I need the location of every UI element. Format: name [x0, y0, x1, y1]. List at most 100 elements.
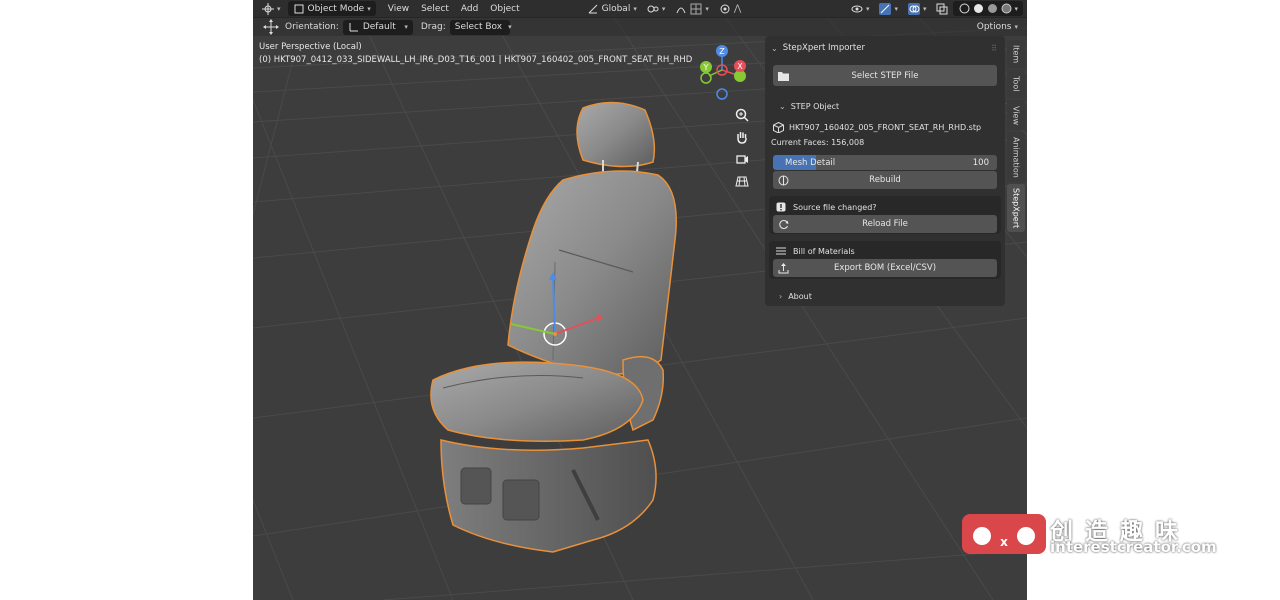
viewport-overlay-text: User Perspective (Local) (0) HKT907_0412… [259, 41, 692, 67]
drag-label: Drag: [420, 22, 446, 32]
reload-icon [777, 218, 789, 230]
step-object-header[interactable]: ⌄ STEP Object [765, 99, 1005, 113]
proportional-edit-button[interactable]: ⋀ [714, 1, 746, 16]
3d-viewport[interactable]: ▾ Object Mode ▾ View Select Add Object G… [253, 0, 1027, 600]
export-icon [777, 262, 789, 274]
chevron-down-icon: ▾ [633, 4, 637, 13]
watermark-site: interestcreator.com [1050, 538, 1217, 556]
tab-view[interactable]: View [1007, 100, 1025, 130]
transform-orientation-selector[interactable]: Global ▾ [582, 1, 642, 16]
tab-tool[interactable]: Tool [1007, 70, 1025, 98]
orientation-icon [348, 21, 360, 33]
reload-label: Reload File [862, 219, 908, 229]
seat-cushion [430, 361, 644, 442]
chevron-down-icon: ⌄ [779, 101, 786, 111]
chevron-down-icon: ▾ [367, 4, 371, 13]
drag-value: Select Box [454, 22, 503, 32]
transform-orientation-label: Global [601, 3, 631, 14]
navigation-gizmo[interactable]: Z Y X [697, 40, 753, 104]
shading-solid-icon[interactable] [972, 3, 984, 15]
pivot-point-button[interactable]: ▾ [642, 1, 671, 16]
grid-view-button[interactable] [731, 170, 753, 192]
x-axis-label: X [737, 62, 743, 71]
chevron-down-icon: ▾ [865, 4, 870, 13]
object-info-label: (0) HKT907_0412_033_SIDEWALL_LH_IR6_D03_… [259, 55, 693, 65]
about-label: About [788, 291, 812, 301]
shading-mode-group[interactable]: ▾ [953, 1, 1023, 16]
y-axis-label: Y [703, 63, 709, 72]
select-step-button[interactable]: Select STEP File [773, 65, 997, 86]
visibility-icon [851, 3, 863, 15]
current-faces: Current Faces: 156,008 [771, 137, 865, 147]
source-changed-row: Source file changed? [765, 200, 1005, 214]
pan-button[interactable] [731, 126, 753, 148]
tab-item[interactable]: Item [1007, 40, 1025, 68]
mesh-detail-label: Mesh Detail [785, 157, 836, 168]
chevron-down-icon: ▾ [404, 23, 408, 31]
snap-icon [675, 3, 687, 15]
drag-handle-icon[interactable]: ⠿ [991, 44, 997, 53]
chevron-down-icon: ⌄ [771, 43, 778, 53]
list-icon [775, 245, 787, 257]
object-mode-icon [293, 3, 305, 15]
importer-panel-header[interactable]: ⌄ StepXpert Importer ⠿ [765, 41, 1005, 55]
snap-button[interactable]: ▾ [670, 1, 714, 16]
tab-stepxpert[interactable]: StepXpert [1007, 184, 1025, 232]
info-icon [775, 201, 787, 213]
grid-view-icon [735, 174, 749, 188]
editor-type-icon [262, 2, 274, 15]
menu-view[interactable]: View [382, 4, 415, 14]
overlay-icon [907, 2, 920, 15]
viewport-header: ▾ Object Mode ▾ View Select Add Object G… [253, 0, 1027, 18]
move-tool-icon[interactable] [263, 19, 279, 35]
export-bom-button[interactable]: Export BOM (Excel/CSV) [773, 259, 997, 277]
chevron-down-icon: ▾ [1014, 23, 1018, 31]
menu-select[interactable]: Select [415, 4, 455, 14]
xray-toggle[interactable] [931, 1, 953, 16]
camera-button[interactable] [731, 148, 753, 170]
watermark: x 创 造 趣 味 interestcreator.com [962, 512, 1222, 558]
rebuild-label: Rebuild [869, 175, 901, 185]
snap-grid-icon [690, 3, 702, 15]
about-row[interactable]: › About [765, 289, 1005, 303]
chevron-down-icon: ▾ [894, 4, 898, 13]
menu-object[interactable]: Object [484, 4, 525, 14]
folder-icon [777, 70, 789, 82]
options-label: Options [976, 22, 1012, 32]
export-bom-label: Export BOM (Excel/CSV) [833, 263, 937, 273]
blender-window: ▾ Object Mode ▾ View Select Add Object G… [0, 0, 1280, 600]
shading-material-icon[interactable] [986, 3, 998, 15]
rebuild-button[interactable]: Rebuild [773, 171, 997, 189]
seat-backrest [507, 170, 677, 376]
gizmo-toggle[interactable]: ▾ [874, 1, 903, 16]
chevron-down-icon: ▾ [661, 4, 666, 13]
orientation-value: Default [362, 22, 396, 32]
pan-icon [735, 130, 749, 144]
pivot-icon [647, 3, 659, 15]
editor-type-button[interactable]: ▾ [257, 1, 286, 16]
mode-selector[interactable]: Object Mode ▾ [287, 1, 376, 16]
options-dropdown[interactable]: Options ▾ [972, 20, 1023, 35]
chevron-down-icon: ▾ [508, 23, 512, 31]
source-changed-text: Source file changed? [793, 202, 877, 212]
svg-text:x: x [1000, 535, 1008, 549]
drag-dropdown[interactable]: Select Box ▾ [449, 19, 512, 35]
watermark-logo: x [962, 514, 1046, 554]
zoom-button[interactable] [731, 104, 753, 126]
shading-rendered-icon[interactable] [1000, 3, 1012, 15]
select-step-label: Select STEP File [851, 70, 919, 81]
shading-wireframe-icon[interactable] [958, 3, 970, 15]
mesh-cube-icon [772, 121, 784, 133]
visibility-button[interactable]: ▾ [846, 1, 875, 16]
menu-add[interactable]: Add [455, 4, 484, 14]
faces-row: Current Faces: 156,008 [765, 135, 1005, 149]
overlay-toggle[interactable]: ▾ [903, 1, 932, 16]
chevron-down-icon: ▾ [277, 4, 281, 13]
tab-animation[interactable]: Animation [1007, 132, 1025, 182]
mesh-detail-slider[interactable]: Mesh Detail 100 [773, 155, 997, 170]
reload-file-button[interactable]: Reload File [773, 215, 997, 233]
proportional-falloff-icon: ⋀ [733, 3, 742, 14]
zoom-icon [735, 108, 749, 122]
orientation-dropdown[interactable]: Default ▾ [342, 19, 413, 35]
file-row: HKT907_160402_005_FRONT_SEAT_RH_RHD.stp [765, 120, 1005, 134]
